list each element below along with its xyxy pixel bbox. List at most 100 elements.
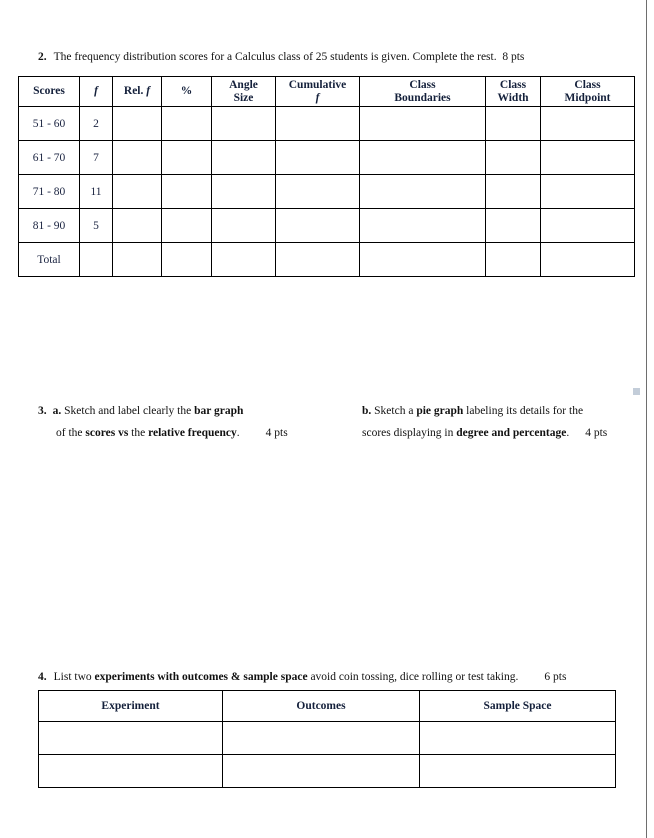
question-3b-text-pre: Sketch a bbox=[374, 405, 417, 417]
cell-outcomes[interactable] bbox=[222, 721, 420, 755]
table-row-total: Total bbox=[18, 242, 635, 277]
cell-experiment[interactable] bbox=[38, 721, 223, 755]
header-class-midpoint: Class Midpoint bbox=[540, 76, 635, 107]
table-row bbox=[38, 721, 616, 755]
header-cumulative-line2: f bbox=[315, 91, 320, 104]
question-3-part-b-line1: b. Sketch a pie graph labeling its detai… bbox=[362, 404, 583, 419]
table-row: 61 - 70 7 bbox=[18, 140, 635, 175]
cell-cumulative-frequency[interactable] bbox=[275, 106, 360, 141]
header-percent: % bbox=[161, 76, 212, 107]
cell-angle-size[interactable] bbox=[211, 106, 276, 141]
table-header-row: Experiment Outcomes Sample Space bbox=[38, 690, 616, 722]
question-3a-line2-post: . bbox=[236, 427, 240, 439]
question-3a-line2-bold1: scores vs bbox=[85, 427, 129, 439]
cell-scores: 81 - 90 bbox=[18, 208, 80, 243]
cell-class-midpoint-total[interactable] bbox=[540, 242, 635, 277]
page-right-gutter bbox=[647, 0, 654, 838]
question-3a-line2-bold2: relative frequency bbox=[148, 427, 237, 439]
question-3a-points: 4 pts bbox=[265, 427, 288, 439]
scan-artifact-speck bbox=[633, 388, 640, 395]
cell-class-midpoint[interactable] bbox=[540, 106, 635, 141]
cell-angle-size[interactable] bbox=[211, 208, 276, 243]
frequency-table-body: 51 - 60 2 61 - 70 7 71 - 80 11 81 - 90 5… bbox=[18, 106, 635, 277]
question-3b-points: 4 pts bbox=[585, 427, 608, 439]
header-class-width: Class Width bbox=[485, 76, 541, 107]
cell-class-boundaries[interactable] bbox=[359, 208, 486, 243]
cell-class-boundaries[interactable] bbox=[359, 140, 486, 175]
cell-frequency: 2 bbox=[79, 106, 113, 141]
table-row bbox=[38, 754, 616, 788]
question-3a-label: a. bbox=[52, 405, 62, 417]
cell-scores: 71 - 80 bbox=[18, 174, 80, 209]
question-4-number: 4. bbox=[38, 671, 47, 683]
cell-frequency: 5 bbox=[79, 208, 113, 243]
question-4-prompt: 4. List two experiments with outcomes & s… bbox=[38, 670, 566, 685]
question-2-text: The frequency distribution scores for a … bbox=[53, 51, 497, 63]
experiments-table: Experiment Outcomes Sample Space bbox=[38, 690, 616, 788]
cell-class-boundaries[interactable] bbox=[359, 174, 486, 209]
cell-sample-space[interactable] bbox=[419, 721, 616, 755]
cell-percent[interactable] bbox=[161, 208, 212, 243]
document-page: 2. The frequency distribution scores for … bbox=[0, 0, 646, 838]
cell-angle-size-total[interactable] bbox=[211, 242, 276, 277]
header-scores: Scores bbox=[18, 76, 80, 107]
cell-frequency-total[interactable] bbox=[79, 242, 113, 277]
cell-class-width[interactable] bbox=[485, 106, 541, 141]
cell-relative-frequency[interactable] bbox=[112, 174, 162, 209]
header-angle-size: Angle Size bbox=[211, 76, 276, 107]
cell-scores: 51 - 60 bbox=[18, 106, 80, 141]
question-4-text-pre: List two bbox=[53, 671, 95, 683]
cell-percent[interactable] bbox=[161, 140, 212, 175]
cell-experiment[interactable] bbox=[38, 754, 223, 788]
cell-frequency: 11 bbox=[79, 174, 113, 209]
cell-cumulative-frequency[interactable] bbox=[275, 174, 360, 209]
cell-percent-total[interactable] bbox=[161, 242, 212, 277]
header-frequency: f bbox=[79, 76, 113, 107]
question-3b-label: b. bbox=[362, 405, 372, 417]
cell-cumulative-frequency[interactable] bbox=[275, 208, 360, 243]
header-class-boundaries: Class Boundaries bbox=[359, 76, 486, 107]
cell-percent[interactable] bbox=[161, 106, 212, 141]
cell-sample-space[interactable] bbox=[419, 754, 616, 788]
header-class-midpoint-line1: Class bbox=[574, 78, 601, 91]
cell-cumulative-frequency-total[interactable] bbox=[275, 242, 360, 277]
frequency-table-header: Scores f Rel. f % Angle Size Cumulative … bbox=[18, 76, 635, 107]
header-class-boundaries-line2: Boundaries bbox=[394, 91, 451, 104]
header-relative-frequency-symbol: f bbox=[146, 85, 151, 97]
header-relative-frequency-prefix: Rel. bbox=[123, 85, 147, 97]
cell-relative-frequency[interactable] bbox=[112, 208, 162, 243]
experiments-table-body bbox=[38, 721, 616, 788]
table-header-row: Scores f Rel. f % Angle Size Cumulative … bbox=[18, 76, 635, 107]
cell-relative-frequency[interactable] bbox=[112, 106, 162, 141]
cell-class-midpoint[interactable] bbox=[540, 208, 635, 243]
question-3b-line2-bold: degree and percentage bbox=[456, 427, 567, 439]
header-class-width-line2: Width bbox=[497, 91, 529, 104]
cell-cumulative-frequency[interactable] bbox=[275, 140, 360, 175]
header-outcomes: Outcomes bbox=[222, 690, 420, 722]
header-sample-space: Sample Space bbox=[419, 690, 616, 722]
header-class-boundaries-line1: Class bbox=[409, 78, 436, 91]
cell-outcomes[interactable] bbox=[222, 754, 420, 788]
cell-class-midpoint[interactable] bbox=[540, 140, 635, 175]
question-3a-text-bold: bar graph bbox=[194, 405, 244, 417]
header-relative-frequency: Rel. f bbox=[112, 76, 162, 107]
cell-class-width[interactable] bbox=[485, 140, 541, 175]
header-angle-size-line1: Angle bbox=[229, 78, 258, 91]
cell-class-width[interactable] bbox=[485, 208, 541, 243]
header-cumulative-line1: Cumulative bbox=[288, 78, 347, 91]
cell-relative-frequency-total[interactable] bbox=[112, 242, 162, 277]
cell-angle-size[interactable] bbox=[211, 174, 276, 209]
cell-angle-size[interactable] bbox=[211, 140, 276, 175]
cell-class-boundaries-total[interactable] bbox=[359, 242, 486, 277]
cell-class-width-total[interactable] bbox=[485, 242, 541, 277]
experiments-table-header: Experiment Outcomes Sample Space bbox=[38, 690, 616, 722]
question-4-text-bold: experiments with outcomes & sample space bbox=[94, 671, 308, 683]
cell-frequency: 7 bbox=[79, 140, 113, 175]
cell-class-midpoint[interactable] bbox=[540, 174, 635, 209]
cell-percent[interactable] bbox=[161, 174, 212, 209]
table-row: 81 - 90 5 bbox=[18, 208, 635, 243]
cell-class-boundaries[interactable] bbox=[359, 106, 486, 141]
cell-relative-frequency[interactable] bbox=[112, 140, 162, 175]
cell-class-width[interactable] bbox=[485, 174, 541, 209]
question-4-text-post: avoid coin tossing, dice rolling or test… bbox=[307, 671, 519, 683]
